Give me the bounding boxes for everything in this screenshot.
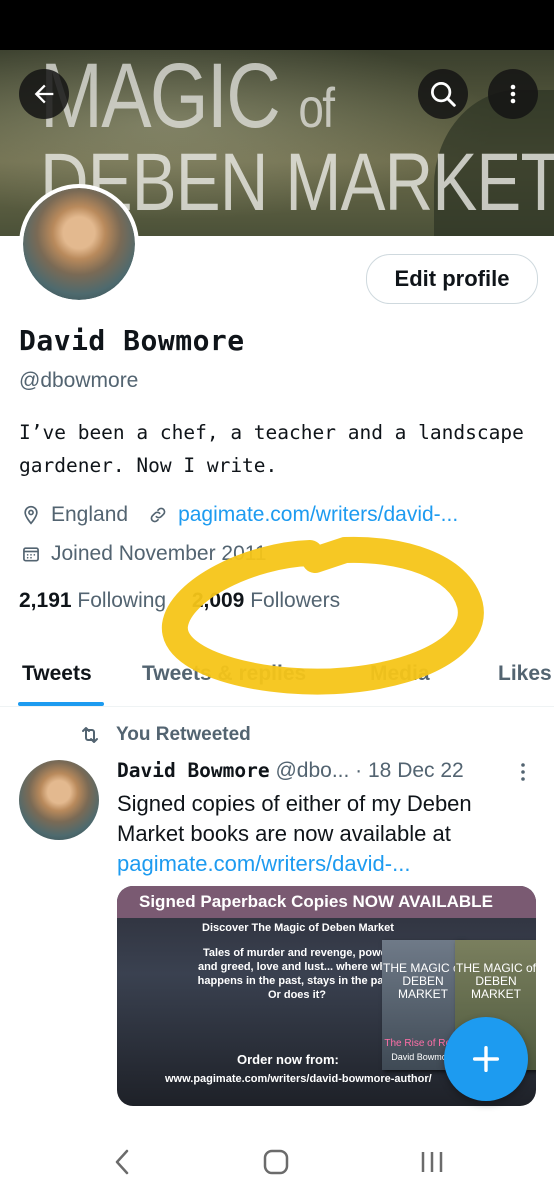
search-button[interactable] [418, 69, 468, 119]
more-options-button[interactable] [488, 69, 538, 119]
following-label: Following [77, 589, 167, 612]
tweet-more-button[interactable] [515, 760, 531, 790]
banner-title-line1: MAGIC of [40, 50, 335, 147]
arrow-left-icon [34, 84, 54, 104]
tweet-link[interactable]: pagimate.com/writers/david-... [117, 851, 410, 876]
media-subheader: Discover The Magic of Deben Market [202, 922, 394, 934]
recents-nav-icon[interactable] [418, 1147, 446, 1177]
edit-profile-button[interactable]: Edit profile [366, 254, 538, 304]
tab-tweets[interactable]: Tweets [22, 662, 92, 686]
media-url-text: www.pagimate.com/writers/david-bowmore-a… [165, 1073, 432, 1085]
retweet-indicator: You Retweeted [78, 723, 251, 747]
tweet-author[interactable]: David Bowmore [117, 759, 270, 782]
tweet-avatar[interactable] [19, 760, 99, 840]
retweet-icon [82, 727, 98, 743]
profile-location: England [51, 503, 129, 526]
back-button[interactable] [19, 69, 69, 119]
tweet-date[interactable]: · 18 Dec 22 [355, 759, 464, 782]
following-link[interactable]: 2,191 Following [19, 589, 166, 612]
profile-avatar[interactable] [19, 184, 139, 304]
active-tab-indicator [18, 702, 104, 706]
compose-tweet-button[interactable] [444, 1017, 528, 1101]
profile-name: David Bowmore [19, 324, 245, 357]
home-nav-icon[interactable] [262, 1147, 290, 1177]
media-body-text: Tales of murder and revenge, power and g… [197, 947, 397, 1001]
location-icon [19, 503, 43, 527]
more-vertical-icon [521, 763, 525, 781]
more-vertical-icon [510, 84, 516, 104]
media-order-text: Order now from: [237, 1052, 339, 1067]
tweet-text: Signed copies of either of my Deben Mark… [117, 791, 472, 876]
search-icon [431, 82, 456, 107]
tab-likes[interactable]: Likes [498, 662, 552, 686]
tweet-header: David Bowmore @dbo... · 18 Dec 22 [117, 759, 464, 783]
profile-bio: I’ve been a chef, a teacher and a landsc… [19, 421, 524, 477]
following-count: 2,191 [19, 589, 72, 612]
retweet-label: You Retweeted [116, 724, 251, 745]
tweet-handle[interactable]: @dbo... [275, 759, 349, 782]
plus-icon [472, 1045, 500, 1073]
highlight-circle-annotation [162, 536, 484, 695]
media-header: Signed Paperback Copies NOW AVAILABLE [117, 886, 536, 918]
profile-handle: @dbowmore [19, 369, 139, 392]
status-bar [0, 0, 554, 50]
calendar-icon [19, 542, 43, 566]
system-nav-bar [0, 1125, 554, 1200]
back-nav-icon[interactable] [110, 1147, 134, 1177]
